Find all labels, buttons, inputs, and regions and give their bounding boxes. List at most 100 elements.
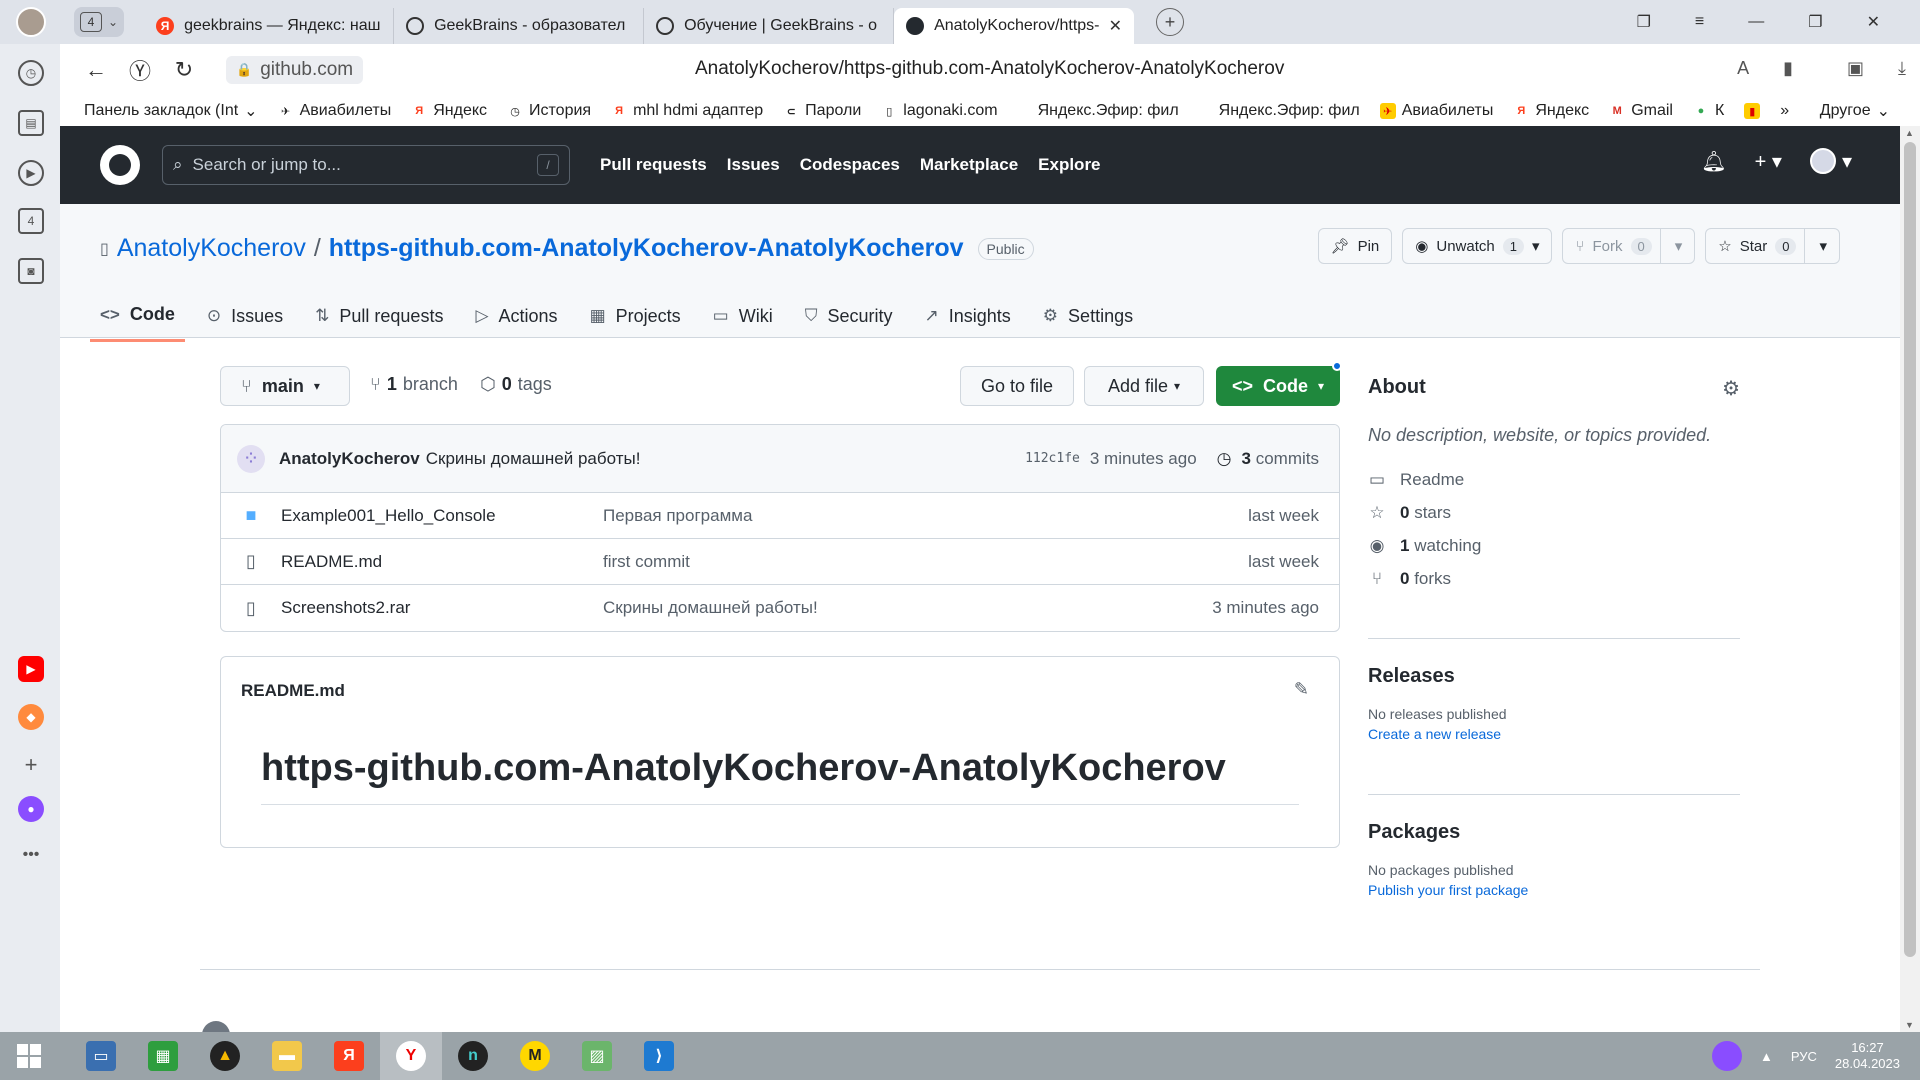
bookmark-item[interactable]: ✈ Авиабилеты — [1370, 102, 1504, 120]
alice-icon[interactable] — [1712, 1041, 1742, 1071]
collections-icon[interactable]: ▤ — [18, 110, 44, 136]
collections-icon[interactable]: ❐ — [1637, 12, 1651, 32]
nav-issues[interactable]: Issues — [727, 155, 780, 175]
search-input[interactable]: ⌕ Search or jump to... / — [162, 145, 570, 185]
star-button[interactable]: ☆ Star 0 ▾ — [1705, 228, 1840, 264]
bookmarks-other[interactable]: Другое ⌄ — [1810, 101, 1920, 121]
commits-link[interactable]: 3 commits — [1242, 449, 1319, 469]
tab-issues[interactable]: ⊙ Issues — [197, 292, 293, 342]
file-name[interactable]: Screenshots2.rar — [281, 598, 410, 618]
chevron-down-icon[interactable]: ▾ — [1659, 228, 1682, 264]
nav-pull-requests[interactable]: Pull requests — [600, 155, 707, 175]
windows-start-icon[interactable] — [0, 1032, 58, 1080]
close-tab-icon[interactable]: ✕ — [1109, 16, 1122, 36]
yandex-home-icon[interactable]: Ⓨ — [118, 54, 162, 86]
close-window-icon[interactable]: ✕ — [1867, 12, 1880, 32]
github-logo-icon[interactable] — [100, 145, 140, 185]
add-panel-icon[interactable]: + — [18, 752, 44, 778]
stars-link[interactable]: ☆ 0 stars — [1368, 503, 1740, 523]
store-icon[interactable]: ▦ — [132, 1032, 194, 1080]
chevron-down-icon[interactable]: ▾ — [1804, 228, 1827, 264]
yandex-app-icon[interactable]: Я — [318, 1032, 380, 1080]
bookmark-item[interactable]: ● К — [1683, 102, 1734, 120]
browser-tab-2[interactable]: GeekBrains - образовател — [394, 8, 645, 44]
watching-link[interactable]: ◉ 1 watching — [1368, 536, 1740, 556]
gear-icon[interactable]: ⚙ — [1722, 376, 1740, 401]
url-path[interactable]: AnatolyKocherov/https-github.com-Anatoly… — [695, 58, 1284, 80]
file-name[interactable]: README.md — [281, 552, 382, 572]
new-tab-button[interactable]: + — [1156, 8, 1185, 36]
translate-icon[interactable]: A — [1737, 58, 1749, 79]
tab-settings[interactable]: ⚙ Settings — [1033, 292, 1143, 342]
tab-projects[interactable]: ▦ Projects — [580, 292, 691, 342]
file-name[interactable]: Example001_Hello_Console — [281, 506, 496, 526]
tab-code[interactable]: <> Code — [90, 292, 185, 342]
releases-title[interactable]: Releases — [1368, 665, 1740, 688]
go-to-file-button[interactable]: Go to file — [960, 366, 1074, 406]
bookmark-item[interactable]: Яmhl hdmi адаптер — [601, 102, 773, 120]
commit-sha[interactable]: 112c1fe — [1025, 451, 1080, 466]
menu-icon[interactable]: ≡ — [1695, 13, 1704, 31]
scroll-down-icon[interactable]: ▼ — [1905, 1020, 1914, 1030]
avatar[interactable]: ⁘ — [237, 444, 265, 473]
tab-wiki[interactable]: ▭ Wiki — [703, 292, 783, 342]
readme-link[interactable]: ▭ Readme — [1368, 470, 1740, 490]
market-icon[interactable]: M — [504, 1032, 566, 1080]
clock[interactable]: 16:27 28.04.2023 — [1835, 1040, 1900, 1072]
more-icon[interactable]: ••• — [18, 842, 44, 868]
commit-author[interactable]: AnatolyKocherov — [279, 449, 420, 469]
tags-link[interactable]: ⬡ 0 tags — [480, 374, 552, 395]
aimp-icon[interactable]: ▲ — [194, 1032, 256, 1080]
nav-marketplace[interactable]: Marketplace — [920, 155, 1018, 175]
file-commit-message[interactable]: Первая программа — [603, 506, 752, 526]
bookmark-item[interactable]: Яндекс.Эфир: фил — [1008, 102, 1189, 120]
bookmark-item[interactable]: ◷ История — [497, 102, 601, 120]
user-menu[interactable]: ▾ — [1809, 148, 1852, 174]
bookmark-item[interactable]: M Gmail — [1599, 102, 1683, 120]
bookmarks-overflow-icon[interactable]: » — [1770, 102, 1799, 120]
download-icon[interactable]: ⤓ — [1898, 58, 1906, 79]
reload-icon[interactable]: ↻ — [162, 57, 206, 83]
bookmark-item[interactable]: Яндекс.Эфир: фил — [1189, 102, 1370, 120]
alice-icon[interactable]: ● — [18, 796, 44, 822]
nav-codespaces[interactable]: Codespaces — [800, 155, 900, 175]
tab-security[interactable]: ⛉ Security — [795, 292, 903, 342]
bookmark-item[interactable]: Я Яндекс — [1503, 102, 1599, 120]
bookmark-item[interactable]: ▯ lagonaki.com — [871, 102, 1007, 120]
create-release-link[interactable]: Create a new release — [1368, 726, 1740, 742]
forks-link[interactable]: ⑂ 0 forks — [1368, 569, 1740, 589]
tabs-count-icon[interactable]: 4 — [18, 208, 44, 234]
tab-insights[interactable]: ↗ Insights — [915, 292, 1021, 342]
publish-package-link[interactable]: Publish your first package — [1368, 882, 1740, 898]
this-pc-icon[interactable]: ▭ — [70, 1032, 132, 1080]
back-icon[interactable]: ← — [74, 57, 118, 83]
page-scrollbar[interactable]: ▲ ▼ — [1900, 126, 1920, 1032]
tab-actions[interactable]: ▷ Actions — [465, 292, 567, 342]
file-explorer-icon[interactable]: ▬ — [256, 1032, 318, 1080]
branches-link[interactable]: ⑂ 1 branch — [370, 374, 458, 395]
nox-icon[interactable]: n — [442, 1032, 504, 1080]
image-viewer-icon[interactable]: ▨ — [566, 1032, 628, 1080]
bookmark-icon[interactable]: ▮ — [1783, 58, 1793, 79]
youtube-icon[interactable]: ▶ — [18, 656, 44, 682]
code-dropdown-button[interactable]: <> Code ▾ — [1216, 361, 1342, 406]
collections-icon[interactable]: ▣ — [1847, 58, 1864, 79]
nav-explore[interactable]: Explore — [1038, 155, 1100, 175]
bookmark-folder[interactable]: Панель закладок (Int ⌄ — [60, 101, 268, 121]
repo-name-link[interactable]: https-github.com-AnatolyKocherov-Anatoly… — [329, 234, 964, 263]
vscode-icon[interactable]: ⟩ — [628, 1032, 690, 1080]
tray-expand-icon[interactable]: ▲ — [1760, 1049, 1773, 1064]
play-icon[interactable]: ▶ — [18, 160, 44, 186]
minimize-icon[interactable]: — — [1748, 13, 1764, 31]
url-host[interactable]: 🔒 github.com — [226, 56, 364, 84]
pencil-icon[interactable]: ✎ — [1294, 679, 1309, 700]
tab-counter[interactable]: 4 ⌄ — [74, 7, 125, 37]
browser-tab-active[interactable]: AnatolyKocherov/https- ✕ — [894, 8, 1135, 44]
packages-title[interactable]: Packages — [1368, 821, 1740, 844]
readme-filename[interactable]: README.md — [241, 681, 345, 701]
file-commit-message[interactable]: Скрины домашней работы! — [603, 598, 818, 618]
profile-avatar[interactable] — [16, 7, 46, 37]
bell-icon[interactable]: 🔔︎ — [1701, 149, 1726, 174]
scroll-up-icon[interactable]: ▲ — [1905, 128, 1914, 138]
scrollbar-thumb[interactable] — [1904, 142, 1916, 957]
